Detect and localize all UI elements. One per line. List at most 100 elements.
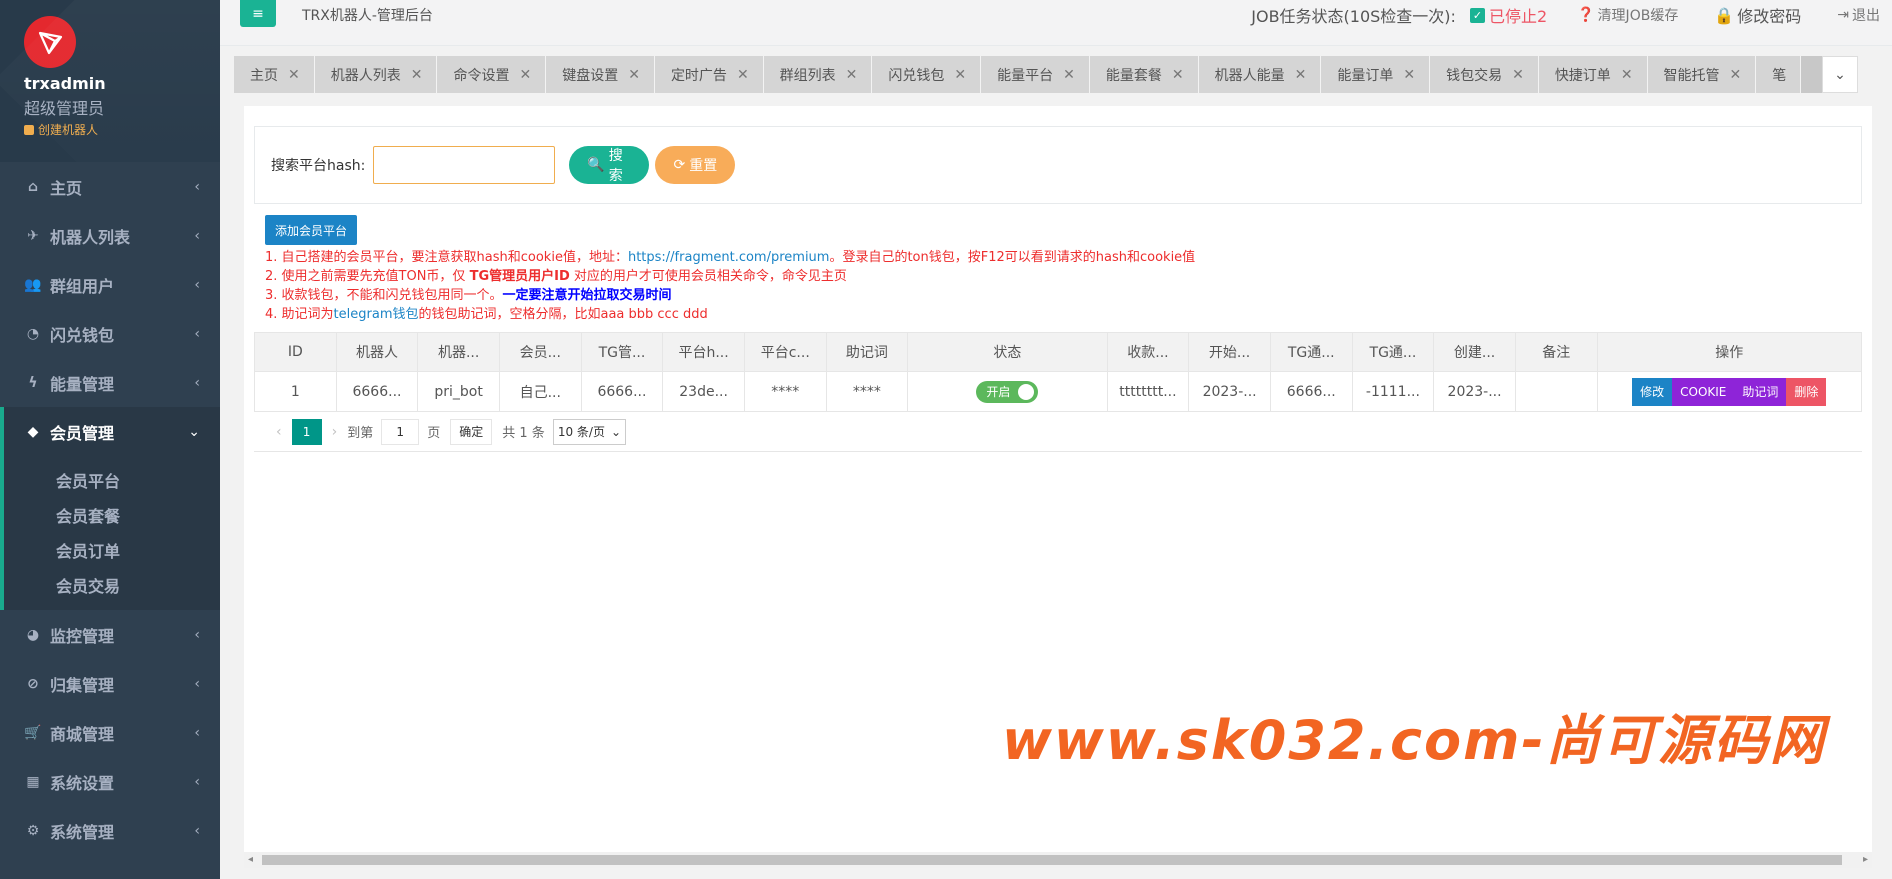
table-cell: 2023-... xyxy=(1188,371,1271,412)
col-header[interactable]: 机器人 xyxy=(335,332,419,372)
delete-button[interactable]: 删除 xyxy=(1786,377,1827,406)
user-name: trxadmin xyxy=(24,74,106,93)
scroll-left-icon[interactable]: ◂ xyxy=(248,852,253,868)
col-header[interactable]: 状态 xyxy=(907,332,1108,372)
col-header[interactable]: TG通... xyxy=(1351,332,1435,372)
col-header[interactable]: 平台h... xyxy=(662,332,745,372)
sidebar-item-robots[interactable]: ✈ 机器人列表 ‹ xyxy=(0,211,220,260)
tab-energy-package[interactable]: 能量套餐 ✕ xyxy=(1089,56,1199,93)
sidebar-item-group-users[interactable]: 👥 群组用户 ‹ xyxy=(0,260,220,309)
clear-job-cache-link[interactable]: ❓ 清理JOB缓存 xyxy=(1577,5,1678,25)
tab-energy-order[interactable]: 能量订单 ✕ xyxy=(1321,56,1431,93)
tab-smart-hosting[interactable]: 智能托管 ✕ xyxy=(1647,56,1757,93)
tab-wallet-transaction[interactable]: 钱包交易 ✕ xyxy=(1430,56,1539,93)
sidebar-subitem-platform[interactable]: 会员平台 xyxy=(4,462,220,497)
sidebar-item-system-admin[interactable]: ⚙ 系统管理 ‹ xyxy=(0,806,220,855)
current-page[interactable]: 1 xyxy=(291,418,322,445)
close-icon[interactable]: ✕ xyxy=(411,67,423,83)
sidebar-subitem-order[interactable]: 会员订单 xyxy=(4,532,220,567)
search-hash-input[interactable] xyxy=(373,146,556,184)
edit-button[interactable]: 修改 xyxy=(1632,377,1673,406)
add-platform-button[interactable]: 添加会员平台 xyxy=(265,215,357,245)
cookie-button[interactable]: COOKIE xyxy=(1672,377,1735,406)
logout-link[interactable]: ⇥ 退出 xyxy=(1837,5,1880,25)
sidebar-item-energy[interactable]: ϟ 能量管理 ‹ xyxy=(0,358,220,407)
status-toggle[interactable]: 开启 xyxy=(976,380,1039,403)
close-icon[interactable]: ✕ xyxy=(628,67,640,83)
tron-logo-icon xyxy=(24,16,76,68)
sidebar-item-swap-wallet[interactable]: ◔ 闪兑钱包 ‹ xyxy=(0,309,220,358)
col-header[interactable]: TG管... xyxy=(580,332,664,372)
col-header[interactable]: 会员... xyxy=(498,332,582,372)
sidebar: trxadmin 超级管理员 创建机器人 ⌂ 主页 ‹ ✈ 机器人列表 ‹ 👥 群组用户 ‹… xyxy=(0,0,220,879)
close-icon[interactable]: ✕ xyxy=(1295,67,1307,83)
tab-robot-list[interactable]: 机器人列表 ✕ xyxy=(314,56,438,93)
close-icon[interactable]: ✕ xyxy=(1063,67,1075,83)
sidebar-item-shop[interactable]: 🛒 商城管理 ‹ xyxy=(0,708,220,757)
scroll-right-icon[interactable]: ▸ xyxy=(1863,852,1868,868)
sidebar-subitem-package[interactable]: 会员套餐 xyxy=(4,497,220,532)
close-icon[interactable]: ✕ xyxy=(1403,67,1415,83)
close-icon[interactable]: ✕ xyxy=(1730,67,1742,83)
tab-label: 能量套餐 xyxy=(1105,67,1162,84)
table-cell: 23de... xyxy=(662,371,745,412)
next-page-icon[interactable]: › xyxy=(332,424,338,440)
tab-home[interactable]: 主页 ✕ xyxy=(234,56,315,93)
col-header[interactable]: 创建... xyxy=(1433,332,1516,372)
sidebar-item-home[interactable]: ⌂ 主页 ‹ xyxy=(0,162,220,211)
close-icon[interactable]: ✕ xyxy=(737,67,749,83)
close-icon[interactable]: ✕ xyxy=(1621,67,1633,83)
note-2: 2. 使用之前需要先充值TON币，仅 TG管理员用户ID 对应的用户才可使用会员… xyxy=(265,267,1195,286)
close-icon[interactable]: ✕ xyxy=(1172,67,1184,83)
search-button[interactable]: 🔍 搜索 xyxy=(569,146,650,184)
tab-energy-platform[interactable]: 能量平台 ✕ xyxy=(981,56,1090,93)
close-icon[interactable]: ✕ xyxy=(519,67,531,83)
tab-swap-wallet[interactable]: 闪兑钱包 ✕ xyxy=(872,56,982,93)
col-header[interactable]: ID xyxy=(254,332,337,372)
col-header[interactable]: 平台c... xyxy=(743,332,827,372)
reset-button[interactable]: ⟳ 重置 xyxy=(655,146,736,184)
tab-quick-order[interactable]: 快捷订单 ✕ xyxy=(1538,56,1648,93)
menu-toggle-button[interactable]: ≡ xyxy=(240,0,276,27)
tab-group-list[interactable]: 群组列表 ✕ xyxy=(763,56,873,93)
close-icon[interactable]: ✕ xyxy=(954,67,966,83)
close-icon[interactable]: ✕ xyxy=(1512,67,1524,83)
chevron-down-icon: ⌄ xyxy=(188,423,200,440)
sidebar-item-collect[interactable]: ⊘ 归集管理 ‹ xyxy=(0,659,220,708)
tab-overflow[interactable]: 笔 xyxy=(1756,56,1802,93)
table-cell: 自己... xyxy=(498,371,582,412)
fragment-link[interactable]: https://fragment.com/premium xyxy=(628,250,830,265)
sidebar-subitem-transaction[interactable]: 会员交易 xyxy=(4,567,220,602)
col-header[interactable]: 开始... xyxy=(1188,332,1271,372)
sidebar-item-monitor[interactable]: ◕ 监控管理 ‹ xyxy=(0,610,220,659)
tab-robot-energy[interactable]: 机器人能量 ✕ xyxy=(1198,56,1322,93)
col-header[interactable]: 收款... xyxy=(1106,332,1190,372)
sidebar-item-system-settings[interactable]: ▦ 系统设置 ‹ xyxy=(0,757,220,806)
telegram-wallet-link[interactable]: telegram钱包 xyxy=(334,307,419,322)
create-bot-link[interactable]: 创建机器人 xyxy=(24,121,196,138)
col-header[interactable]: TG通... xyxy=(1269,332,1353,372)
tab-label: 能量平台 xyxy=(997,67,1054,84)
goto-page-input[interactable]: 1 xyxy=(381,418,420,445)
tab-command-settings[interactable]: 命令设置 ✕ xyxy=(437,56,547,93)
page-size-select[interactable]: 10 条/页 ⌄ xyxy=(552,418,627,445)
tab-scheduled-ads[interactable]: 定时广告 ✕ xyxy=(654,56,764,93)
goto-confirm-button[interactable]: 确定 xyxy=(450,418,493,445)
search-button-label: 搜索 xyxy=(608,148,623,184)
check-icon: ✓ xyxy=(1469,7,1485,23)
tab-label: 群组列表 xyxy=(779,67,836,84)
close-icon[interactable]: ✕ xyxy=(846,67,858,83)
col-header[interactable]: 机器... xyxy=(417,332,500,372)
col-header[interactable]: 备注 xyxy=(1514,332,1598,372)
tab-keyboard-settings[interactable]: 键盘设置 ✕ xyxy=(546,56,655,93)
horizontal-scrollbar[interactable]: ◂ ▸ xyxy=(244,852,1872,868)
scrollbar-thumb[interactable] xyxy=(262,855,1842,865)
sidebar-item-membership[interactable]: ◆ 会员管理 ⌄ xyxy=(0,407,220,456)
close-icon[interactable]: ✕ xyxy=(288,67,300,83)
mnemonic-button[interactable]: 助记词 xyxy=(1734,377,1787,406)
col-header[interactable]: 操作 xyxy=(1596,332,1863,372)
col-header[interactable]: 助记词 xyxy=(825,332,909,372)
tab-more-button[interactable]: ⌄ xyxy=(1822,56,1858,93)
prev-page-icon[interactable]: ‹ xyxy=(276,424,282,440)
change-password-link[interactable]: 🔒 修改密码 xyxy=(1714,3,1801,27)
